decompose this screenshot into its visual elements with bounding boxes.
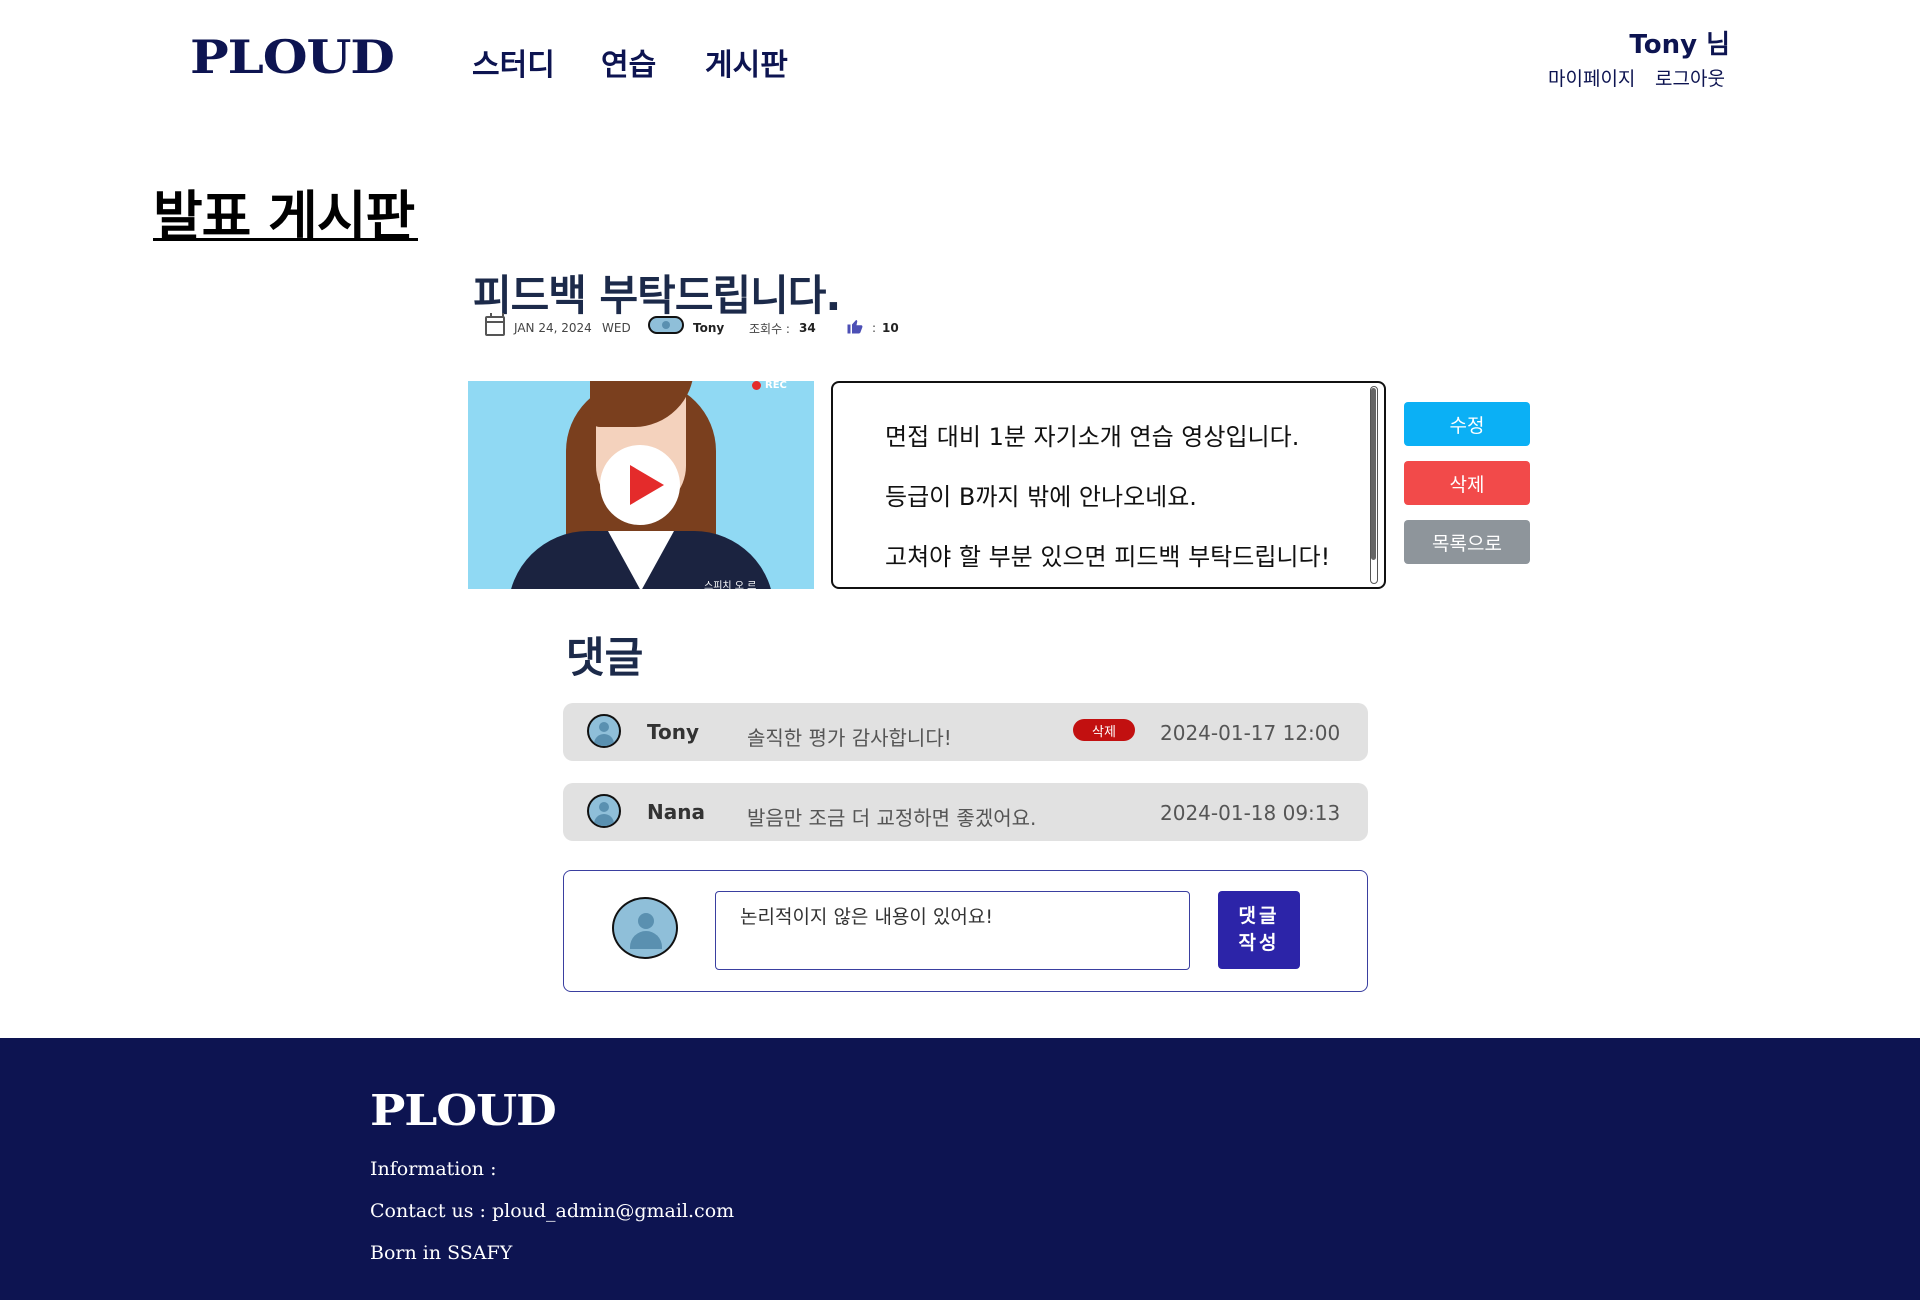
comment-text: 솔직한 평가 감사합니다! (747, 726, 952, 750)
footer-born: Born in SSAFY (370, 1242, 513, 1264)
footer (0, 1038, 1920, 1300)
page-title-underline (153, 238, 418, 241)
views-label: 조회수 : (749, 321, 790, 336)
user-avatar-icon (587, 794, 621, 828)
likes-count: 10 (882, 321, 899, 335)
comment-input[interactable]: 논리적이지 않은 내용이 있어요! (715, 891, 1190, 970)
scrollbar-thumb[interactable] (1371, 388, 1376, 560)
user-avatar-icon (587, 714, 621, 748)
edit-button[interactable]: 수정 (1404, 402, 1530, 446)
logout-link[interactable]: 로그아웃 (1655, 64, 1725, 91)
comment-form: 논리적이지 않은 내용이 있어요! 댓글작성 (563, 870, 1368, 992)
post-content-line: 등급이 B까지 밖에 안나오네요. (885, 483, 1197, 511)
post-weekday: WED (602, 321, 631, 335)
post-content-line: 면접 대비 1분 자기소개 연습 영상입니다. (885, 423, 1300, 451)
submit-comment-button[interactable]: 댓글작성 (1218, 891, 1300, 969)
views-count: 34 (799, 321, 816, 335)
mypage-link[interactable]: 마이페이지 (1548, 64, 1635, 91)
user-greeting: Tony 님 (1629, 30, 1730, 60)
likes-label: : (872, 321, 877, 335)
thumbs-up-icon[interactable] (846, 317, 864, 335)
comment-date: 2024-01-18 09:13 (1160, 801, 1341, 825)
post-date: JAN 24, 2024 (514, 321, 592, 335)
video-caption: 스피치 오 르 (704, 581, 757, 589)
comment-row: Nana 발음만 조금 더 교정하면 좋겠어요. 2024-01-18 09:1… (563, 783, 1368, 841)
user-avatar-icon (612, 897, 678, 959)
comments-title: 댓글 (566, 633, 644, 682)
calendar-icon (485, 313, 505, 336)
comment-row: Tony 솔직한 평가 감사합니다! 삭제 2024-01-17 12:00 (563, 703, 1368, 761)
comment-text: 발음만 조금 더 교정하면 좋겠어요. (747, 806, 1037, 830)
back-to-list-button[interactable]: 목록으로 (1404, 520, 1530, 564)
comment-delete-button[interactable]: 삭제 (1073, 719, 1135, 741)
nav-practice[interactable]: 연습 (601, 40, 656, 84)
footer-information: Information : (370, 1158, 497, 1180)
play-icon[interactable] (600, 445, 680, 525)
nav-board[interactable]: 게시판 (705, 40, 788, 84)
post-content-box: 면접 대비 1분 자기소개 연습 영상입니다. 등급이 B까지 밖에 안나오네요… (831, 381, 1386, 589)
comment-date: 2024-01-17 12:00 (1160, 721, 1341, 745)
content-scrollbar[interactable] (1370, 386, 1378, 584)
delete-button[interactable]: 삭제 (1404, 461, 1530, 505)
rec-label: REC (765, 381, 787, 391)
video-player[interactable]: REC 스피치 오 르 (468, 381, 814, 589)
header-logo[interactable]: PLOUD (190, 34, 395, 80)
rec-indicator (752, 381, 761, 390)
author-avatar-icon (648, 316, 684, 334)
nav-study[interactable]: 스터디 (472, 40, 555, 84)
post-content-line: 고쳐야 할 부분 있으면 피드백 부탁드립니다! (885, 543, 1331, 571)
post-title: 피드백 부탁드립니다. (473, 271, 841, 320)
comment-author: Tony (647, 720, 700, 744)
submit-label-line1: 댓글 (1238, 905, 1280, 928)
post-author: Tony (693, 321, 725, 335)
footer-contact: Contact us : ploud_admin@gmail.com (370, 1200, 735, 1222)
submit-label-line2: 작성 (1238, 932, 1280, 954)
footer-logo: PLOUD (370, 1086, 557, 1135)
comment-author: Nana (647, 800, 705, 824)
